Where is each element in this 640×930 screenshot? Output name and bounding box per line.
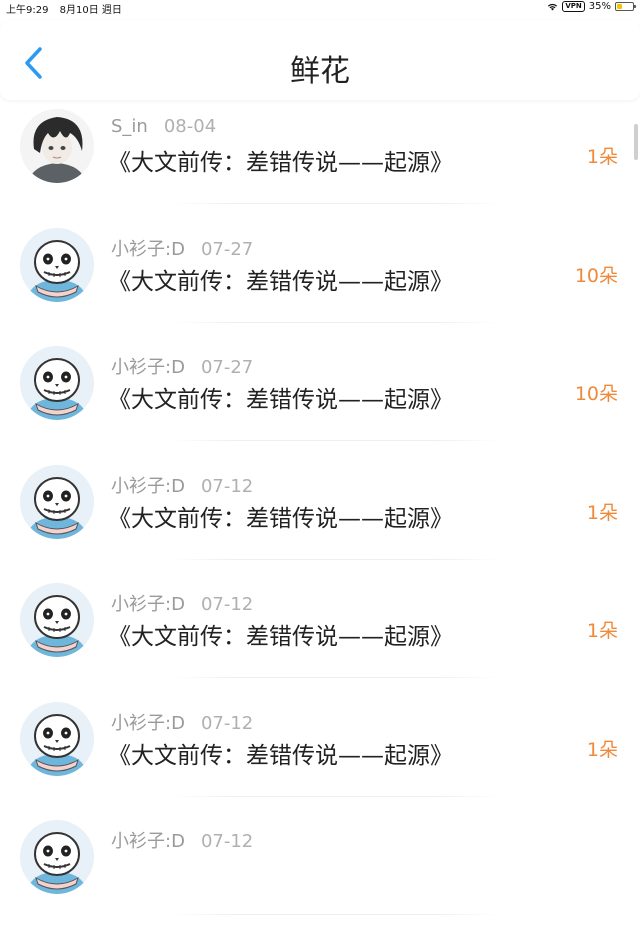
work-title[interactable]: 《大文前传：差错传说——起源》: [108, 143, 453, 177]
scrollbar[interactable]: [634, 124, 638, 160]
entry-date: 07-12: [200, 712, 254, 734]
username[interactable]: S_in: [111, 116, 148, 137]
skeleton-avatar-art: [20, 464, 94, 539]
skeleton-avatar[interactable]: [20, 701, 94, 776]
list-item[interactable]: 小衫子:D 07-12 《大文前传：差错传说——起源》 1朵: [0, 456, 640, 575]
entry-date: 07-12: [200, 831, 254, 852]
entry-date: 07-27: [200, 238, 254, 260]
skeleton-avatar[interactable]: [20, 227, 94, 302]
work-title[interactable]: 《大文前传：差错传说——起源》: [108, 262, 453, 296]
divider: [170, 677, 500, 678]
nav-bar: 鲜花: [0, 20, 640, 100]
battery-icon: [615, 2, 636, 11]
entry-date: 07-12: [200, 594, 254, 615]
dark-hair-avatar[interactable]: [20, 109, 94, 183]
skeleton-avatar-art: [20, 227, 94, 302]
skeleton-avatar[interactable]: [20, 583, 94, 657]
divider: [170, 440, 500, 441]
divider: [170, 321, 500, 323]
page-title: 鲜花: [290, 54, 350, 89]
list-item[interactable]: 小衫子:D 07-12 《大文前传：差错传说——起源》 1朵: [0, 693, 640, 812]
skeleton-avatar-art: [20, 701, 94, 776]
wifi-icon: [548, 3, 558, 11]
work-title[interactable]: 《大文前传：差错传说——起源》: [108, 380, 453, 414]
flower-count: 1朵: [586, 146, 618, 168]
entry-date: 08-04: [163, 116, 217, 137]
entry-date: 07-12: [200, 475, 254, 497]
meta-line: 小衫子:D 07-27: [111, 353, 253, 379]
flower-count: 1朵: [586, 738, 618, 761]
flower-count: 1朵: [586, 501, 618, 524]
skeleton-avatar[interactable]: [20, 464, 94, 539]
skeleton-avatar-art: [20, 820, 94, 894]
work-title[interactable]: 《大文前传：差错传说——起源》: [108, 617, 453, 651]
status-right: VPN 35%: [547, 1, 636, 12]
flower-count: 10朵: [574, 264, 618, 287]
list-item[interactable]: 小衫子:D 07-27 《大文前传：差错传说——起源》 10朵: [0, 337, 640, 456]
battery-percent: 35%: [588, 1, 611, 12]
username[interactable]: 小衫子:D: [111, 357, 185, 378]
work-title[interactable]: 《大文前传：差错传说——起源》: [108, 499, 453, 533]
dark-hair-avatar-art: [20, 109, 94, 183]
divider: [170, 203, 500, 204]
username[interactable]: 小衫子:D: [111, 713, 185, 734]
meta-line: S_in 08-04: [111, 116, 216, 137]
username[interactable]: 小衫子:D: [111, 831, 185, 852]
vpn-badge: VPN: [562, 1, 585, 12]
battery-level: [617, 4, 623, 9]
meta-line: 小衫子:D 07-27: [111, 235, 253, 261]
flower-list: S_in 08-04 《大文前传：差错传说——起源》 1朵 小衫子:D 07-27 …: [0, 100, 640, 930]
work-title[interactable]: 《大文前传：差错传说——起源》: [108, 736, 453, 770]
divider: [170, 558, 500, 560]
entry-date: 07-27: [200, 357, 254, 378]
meta-line: 小衫子:D 07-12: [111, 472, 253, 498]
list-item[interactable]: 小衫子:D 07-12: [0, 811, 640, 930]
divider: [170, 914, 500, 915]
skeleton-avatar-art: [20, 346, 94, 420]
flower-count: 1朵: [586, 620, 618, 642]
username[interactable]: 小衫子:D: [111, 239, 185, 260]
skeleton-avatar[interactable]: [20, 820, 94, 894]
meta-line: 小衫子:D 07-12: [111, 590, 253, 616]
skeleton-avatar[interactable]: [20, 346, 94, 420]
username[interactable]: 小衫子:D: [111, 476, 185, 497]
list-item[interactable]: S_in 08-04 《大文前传：差错传说——起源》 1朵: [0, 100, 640, 219]
meta-line: 小衫子:D 07-12: [111, 827, 253, 853]
status-bar: 上午9:29 8月10日 週日 VPN 35%: [0, 0, 640, 16]
list-item[interactable]: 小衫子:D 07-27 《大文前传：差错传说——起源》 10朵: [0, 219, 640, 338]
status-time: 上午9:29: [6, 5, 49, 16]
meta-line: 小衫子:D 07-12: [111, 709, 253, 735]
username[interactable]: 小衫子:D: [111, 594, 185, 615]
divider: [170, 795, 500, 797]
status-left: 上午9:29 8月10日 週日: [6, 1, 130, 16]
flower-count: 10朵: [574, 383, 618, 405]
skeleton-avatar-art: [20, 583, 94, 657]
list-item[interactable]: 小衫子:D 07-12 《大文前传：差错传说——起源》 1朵: [0, 574, 640, 693]
status-date: 8月10日 週日: [59, 5, 122, 16]
